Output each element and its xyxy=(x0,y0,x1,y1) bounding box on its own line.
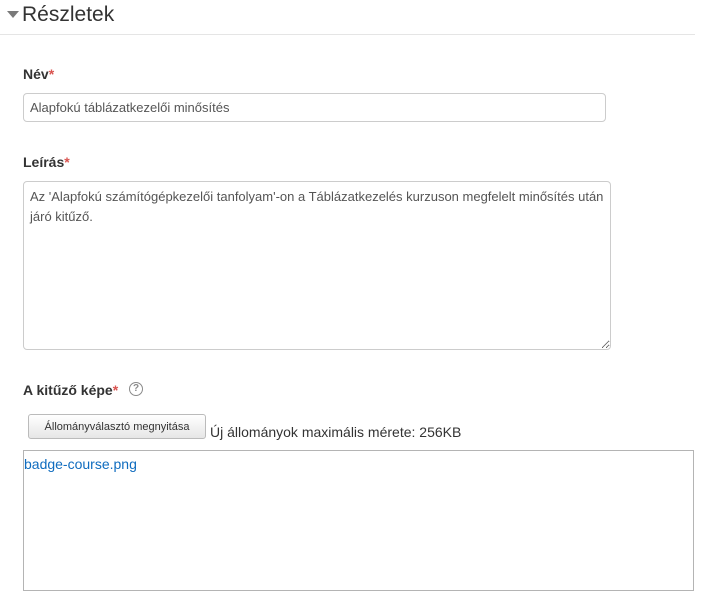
open-file-picker-button[interactable]: Állományválasztó megnyitása xyxy=(28,414,206,439)
name-label-text: Név xyxy=(23,66,49,82)
image-label: A kitűző képe* xyxy=(23,381,118,399)
collapse-triangle-icon[interactable] xyxy=(7,11,19,18)
file-link-badge-course[interactable]: badge-course.png xyxy=(24,455,137,473)
required-mark: * xyxy=(64,154,70,170)
required-mark: * xyxy=(48,66,55,82)
name-label: Név* xyxy=(23,65,54,83)
name-input[interactable] xyxy=(23,93,606,122)
image-label-text: A kitűző képe xyxy=(23,382,113,398)
question-circle-icon[interactable]: ? xyxy=(129,382,143,396)
max-file-size-text: Új állományok maximális mérete: 256KB xyxy=(210,424,462,440)
section-header[interactable]: Részletek xyxy=(0,0,695,35)
description-label-text: Leírás xyxy=(23,154,65,170)
description-textarea[interactable] xyxy=(23,181,611,350)
required-mark: * xyxy=(112,382,119,398)
section-title[interactable]: Részletek xyxy=(22,2,114,28)
file-manager-area[interactable]: badge-course.png xyxy=(23,450,694,591)
description-label: Leírás* xyxy=(23,153,70,171)
